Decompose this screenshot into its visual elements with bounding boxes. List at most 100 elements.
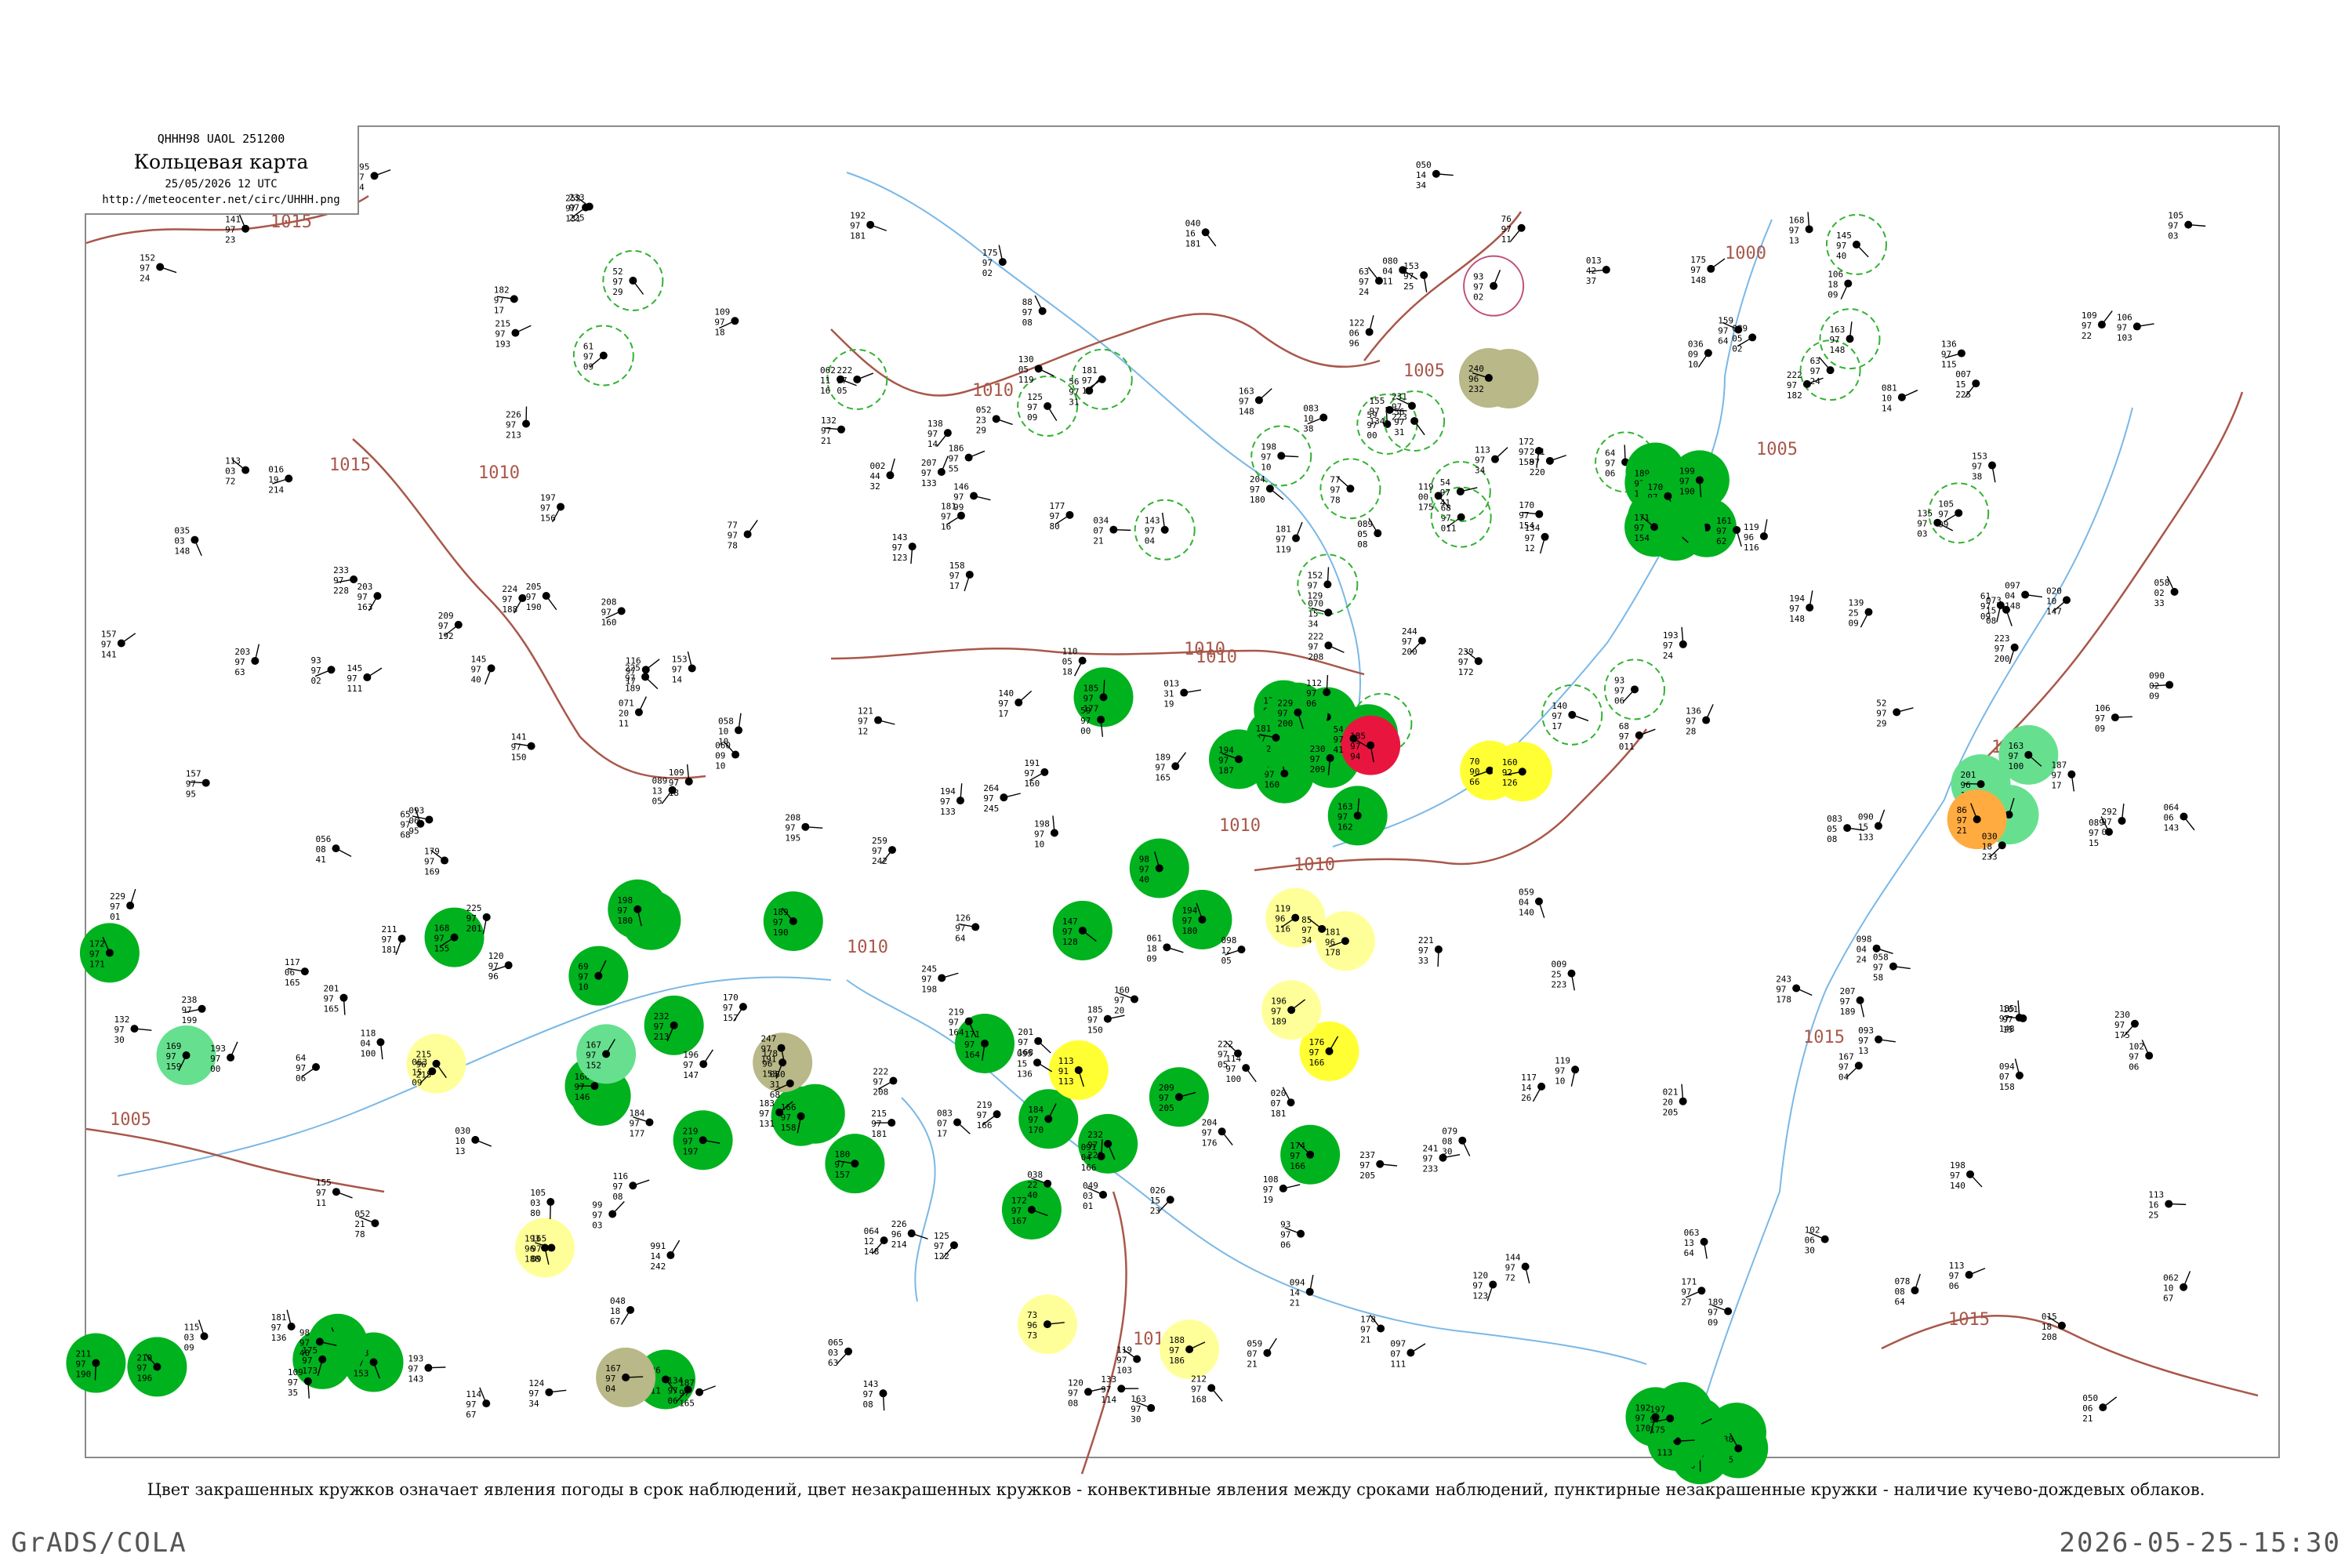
station-dewpoint: 96	[1349, 338, 1359, 348]
station-temperature: 116	[612, 1171, 628, 1181]
station-temperature: 175	[1690, 255, 1706, 265]
station-plot: 00715225	[1955, 369, 1980, 400]
wind-barb	[1074, 660, 1083, 677]
station-temperature: 143	[862, 1379, 878, 1389]
station-temperature: 238	[182, 995, 198, 1005]
station-dewpoint: 159	[166, 1062, 182, 1072]
station-plot: 23797205	[1359, 1150, 1398, 1181]
station-plot: 1539738	[1972, 452, 1996, 483]
station-temperature: 99	[592, 1200, 602, 1210]
station-plot: 1139734	[1475, 445, 1508, 476]
station-temperature: 089	[1732, 323, 1748, 333]
wind-barb	[1037, 1040, 1051, 1054]
station-visibility: 13	[652, 786, 662, 797]
station-temperature: 169	[166, 1041, 182, 1051]
station-dewpoint: 09	[2095, 724, 2105, 734]
station-visibility: 97	[186, 779, 196, 789]
station-dewpoint: 190	[1679, 486, 1695, 496]
station-temperature: 184	[630, 1109, 645, 1119]
station-visibility: 97	[540, 503, 550, 513]
station-plot: 1131625	[2148, 1190, 2187, 1221]
station-dewpoint: 10	[578, 982, 588, 993]
station-temperature: 229	[1277, 699, 1293, 709]
station-visibility: 97	[1022, 307, 1033, 318]
station-visibility: 97	[1941, 350, 1951, 360]
station-plot: 1589717	[949, 561, 974, 592]
station-plot: 1369728	[1686, 704, 1714, 737]
station-visibility: 14	[650, 1251, 661, 1261]
station-temperature: 198	[1034, 818, 1050, 829]
station-plot: 1789721	[1360, 1315, 1385, 1345]
wind-barb	[1840, 283, 1849, 299]
station-visibility: 06	[2163, 813, 2173, 823]
station-plot: 0611809	[1146, 933, 1184, 964]
station-visibility: 97	[1028, 1115, 1038, 1125]
station-visibility: 97	[941, 512, 951, 522]
wind-barb	[428, 1367, 446, 1369]
station-dewpoint: 02	[310, 676, 321, 686]
station-dewpoint: 166	[1290, 1161, 1305, 1171]
station-temperature: 86	[1957, 805, 1967, 815]
station-dewpoint: 103	[2117, 332, 2132, 343]
station-dewpoint: 190	[75, 1370, 91, 1380]
station-dewpoint: 134	[1370, 416, 1385, 426]
station-visibility: 97	[1938, 509, 1948, 519]
station-temperature: 231	[1392, 392, 1407, 402]
station-temperature: 187	[679, 1378, 695, 1388]
station-dewpoint: 16	[941, 522, 951, 532]
station-dewpoint: 11	[1382, 276, 1392, 286]
isobar-label: 1010	[1294, 855, 1335, 875]
station-temperature: 93	[1280, 1220, 1290, 1230]
station-visibility: 97	[578, 972, 588, 982]
station-visibility: 97	[1614, 685, 1624, 695]
station-dewpoint: 08	[1068, 1398, 1078, 1408]
station-temperature: 196	[683, 1050, 699, 1060]
station-visibility: 97	[296, 1063, 306, 1073]
station-visibility: 97	[1458, 657, 1468, 667]
station-dewpoint: 40	[1836, 251, 1846, 261]
station-dewpoint: 66	[1469, 777, 1479, 787]
station-plot: 1459740	[471, 654, 495, 684]
wind-barb	[1367, 267, 1380, 281]
station-temperature: 188	[1169, 1335, 1185, 1345]
station-visibility: 97	[998, 699, 1008, 709]
station-temperature: 199	[1679, 466, 1695, 476]
station-temperature: 147	[1062, 916, 1078, 927]
station-dewpoint: 242	[650, 1261, 666, 1272]
station-visibility: 04	[1857, 945, 1867, 955]
station-visibility: 97	[438, 621, 448, 631]
station-temperature: 229	[110, 891, 125, 902]
station-temperature: 163	[1239, 386, 1254, 396]
station-plot: 0650363	[828, 1338, 853, 1368]
station-temperature: 152	[140, 253, 155, 263]
station-temperature: 68	[1619, 721, 1629, 731]
station-temperature: 52	[1876, 698, 1886, 708]
station-dewpoint: 17	[494, 305, 504, 315]
station-temperature: 009	[1551, 960, 1566, 970]
station-plot: 11497100	[1225, 1054, 1257, 1084]
station-temperature: 193	[1663, 630, 1679, 641]
station-temperature: 207	[1840, 986, 1856, 996]
station-temperature: 049	[1083, 1181, 1098, 1191]
station-plot: 0621067	[2163, 1271, 2191, 1304]
station-visibility: 97	[1634, 523, 1644, 533]
station-dewpoint: 38	[1303, 424, 1313, 434]
station-visibility: 00	[1418, 492, 1428, 502]
station-temperature: 181	[271, 1312, 287, 1323]
station-dewpoint: 167	[1011, 1216, 1027, 1226]
station-dewpoint: 63	[828, 1358, 838, 1368]
station-dewpoint: 116	[1744, 543, 1759, 553]
station-visibility: 97	[679, 1388, 689, 1399]
station-visibility: 03	[530, 1198, 540, 1208]
station-dewpoint: 177	[630, 1129, 645, 1139]
map-url[interactable]: http://meteocenter.net/circ/UHHH.png	[85, 194, 358, 206]
station-plot: 0939713	[1858, 1025, 1896, 1056]
station-visibility: 18	[1828, 280, 1838, 290]
station-temperature: 204	[1250, 474, 1265, 485]
station-temperature: 078	[1894, 1276, 1910, 1287]
station-plot: 1392509	[1848, 598, 1873, 629]
isobar-label: 1010	[1219, 816, 1261, 836]
station-plot: 0360910	[1688, 339, 1712, 369]
station-dewpoint: 40	[299, 1348, 310, 1358]
station-temperature: 59	[1080, 706, 1091, 716]
